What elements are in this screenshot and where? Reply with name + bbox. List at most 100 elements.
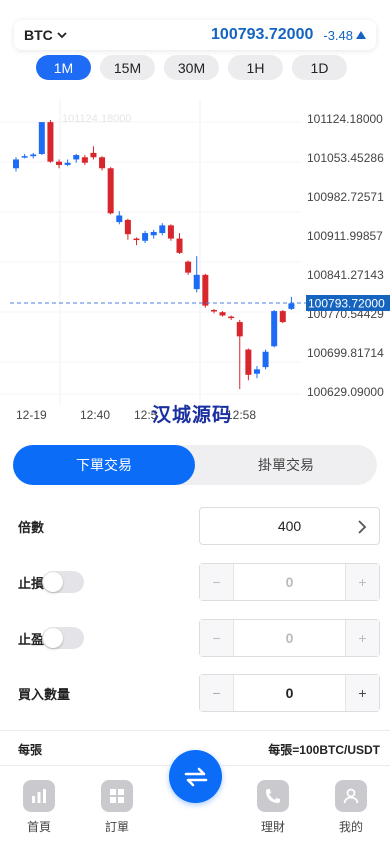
y-tick-label: 100699.81714: [307, 346, 384, 360]
y-tick-label: 101124.18000: [307, 112, 383, 126]
take-profit-plus-button[interactable]: +: [345, 620, 379, 656]
user-icon: [335, 780, 367, 812]
candle-body: [116, 215, 123, 223]
x-tick-label: 12-19: [16, 408, 47, 422]
interval-1d[interactable]: 1D: [292, 55, 347, 80]
candle-body: [245, 349, 252, 375]
ticker-bar: BTC 100793.72000 -3.48: [14, 20, 376, 50]
candle-body: [176, 238, 183, 253]
watermark-text: 汉城源码: [152, 404, 233, 426]
take-profit-stepper: − 0 +: [199, 619, 380, 657]
take-profit-toggle[interactable]: [42, 627, 84, 649]
candle-body: [142, 233, 149, 241]
candle-body: [124, 219, 131, 235]
candle-body: [81, 157, 88, 163]
swap-arrows-icon: [184, 767, 207, 786]
candle-body: [159, 225, 166, 234]
interval-1m[interactable]: 1M: [36, 55, 91, 80]
candle-body: [99, 157, 106, 169]
toggle-knob: [43, 628, 63, 648]
candle-body: [47, 122, 54, 162]
tab-market-order[interactable]: 下單交易: [13, 445, 195, 485]
candle-body: [236, 322, 243, 337]
nav-profile[interactable]: 我的: [326, 780, 376, 835]
interval-1h[interactable]: 1H: [228, 55, 283, 80]
symbol-selector[interactable]: BTC: [24, 27, 68, 43]
nav-orders[interactable]: 訂單: [92, 780, 142, 835]
candle-body: [56, 161, 63, 165]
chevron-down-icon: [57, 32, 67, 39]
candle-body: [210, 309, 217, 312]
faint-price-label: 101124.18000: [62, 113, 132, 125]
nav-finance[interactable]: 理財: [248, 780, 298, 835]
y-tick-label: 100629.09000: [307, 385, 384, 399]
phone-icon: [257, 780, 289, 812]
y-tick-label: 100982.72571: [307, 190, 384, 204]
stop-loss-toggle[interactable]: [42, 571, 84, 593]
candle-body: [262, 351, 269, 368]
contract-size-value: 每張=100BTC/USDT: [268, 742, 380, 757]
candlestick-chart[interactable]: 101124.18000 101124.18000 101053.45286 100…: [0, 100, 390, 430]
interval-selector: 1M 15M 30M 1H 1D: [36, 55, 347, 80]
candle-body: [219, 312, 226, 316]
current-price: 100793.72000: [211, 26, 314, 43]
stop-loss-minus-button[interactable]: −: [200, 564, 234, 600]
price-change-value: -3.48: [323, 27, 353, 43]
triangle-up-icon: [356, 31, 366, 39]
y-tick-label: 100841.27143: [307, 268, 384, 282]
take-profit-value[interactable]: 0: [234, 620, 345, 656]
quantity-stepper: − 0 +: [199, 674, 380, 712]
chevron-right-icon: [358, 520, 367, 534]
quantity-row: 買入數量 − 0 +: [18, 674, 380, 712]
interval-30m[interactable]: 30M: [164, 55, 219, 80]
leverage-row: 倍數 400: [18, 507, 380, 545]
quantity-plus-button[interactable]: +: [345, 675, 379, 711]
tab-limit-order[interactable]: 掛單交易: [195, 445, 377, 485]
take-profit-row: 止盈 − 0 +: [18, 619, 380, 657]
candle-body: [21, 156, 28, 158]
candle-body: [271, 311, 278, 347]
current-price-tag-label: 100793.72000: [308, 297, 385, 311]
toggle-knob: [43, 572, 63, 592]
take-profit-minus-button[interactable]: −: [200, 620, 234, 656]
candle-body: [253, 369, 260, 374]
candle-body: [202, 274, 209, 306]
stop-loss-plus-button[interactable]: +: [345, 564, 379, 600]
contract-size-label: 每張: [18, 742, 43, 757]
quantity-minus-button[interactable]: −: [200, 675, 234, 711]
divider: [0, 730, 390, 731]
candle-body: [279, 311, 286, 323]
candle-body: [167, 225, 174, 239]
nav-finance-label: 理財: [260, 820, 285, 834]
chart-icon: [23, 780, 55, 812]
trade-swap-button[interactable]: [169, 750, 222, 803]
symbol-label: BTC: [24, 27, 53, 43]
order-type-tabs: 下單交易 掛單交易: [13, 445, 377, 485]
quantity-label: 買入數量: [18, 686, 71, 702]
candle-body: [90, 152, 97, 158]
y-tick-label: 100911.99857: [307, 229, 383, 243]
x-tick-label: 12:40: [80, 408, 110, 422]
leverage-label: 倍數: [18, 519, 45, 535]
nav-home[interactable]: 首頁: [14, 780, 64, 835]
candle-body: [38, 122, 45, 154]
price-change: -3.48: [323, 28, 366, 43]
candle-body: [150, 231, 157, 236]
candle-body: [13, 159, 19, 169]
y-tick-label: 101053.45286: [307, 151, 384, 165]
nav-profile-label: 我的: [338, 820, 363, 834]
interval-15m[interactable]: 15M: [100, 55, 155, 80]
stop-loss-value[interactable]: 0: [234, 564, 345, 600]
candle-body: [288, 303, 295, 309]
stop-loss-row: 止損 − 0 +: [18, 563, 380, 601]
leverage-selector[interactable]: 400: [199, 507, 380, 545]
leverage-value: 400: [277, 518, 302, 534]
candle-body: [193, 274, 200, 290]
candle-body: [133, 238, 140, 241]
candle-body: [73, 155, 80, 160]
candle-body: [228, 316, 235, 319]
candle-body: [185, 261, 192, 273]
nav-home-label: 首頁: [26, 820, 51, 834]
candle-body: [107, 168, 114, 214]
quantity-value[interactable]: 0: [234, 675, 345, 711]
